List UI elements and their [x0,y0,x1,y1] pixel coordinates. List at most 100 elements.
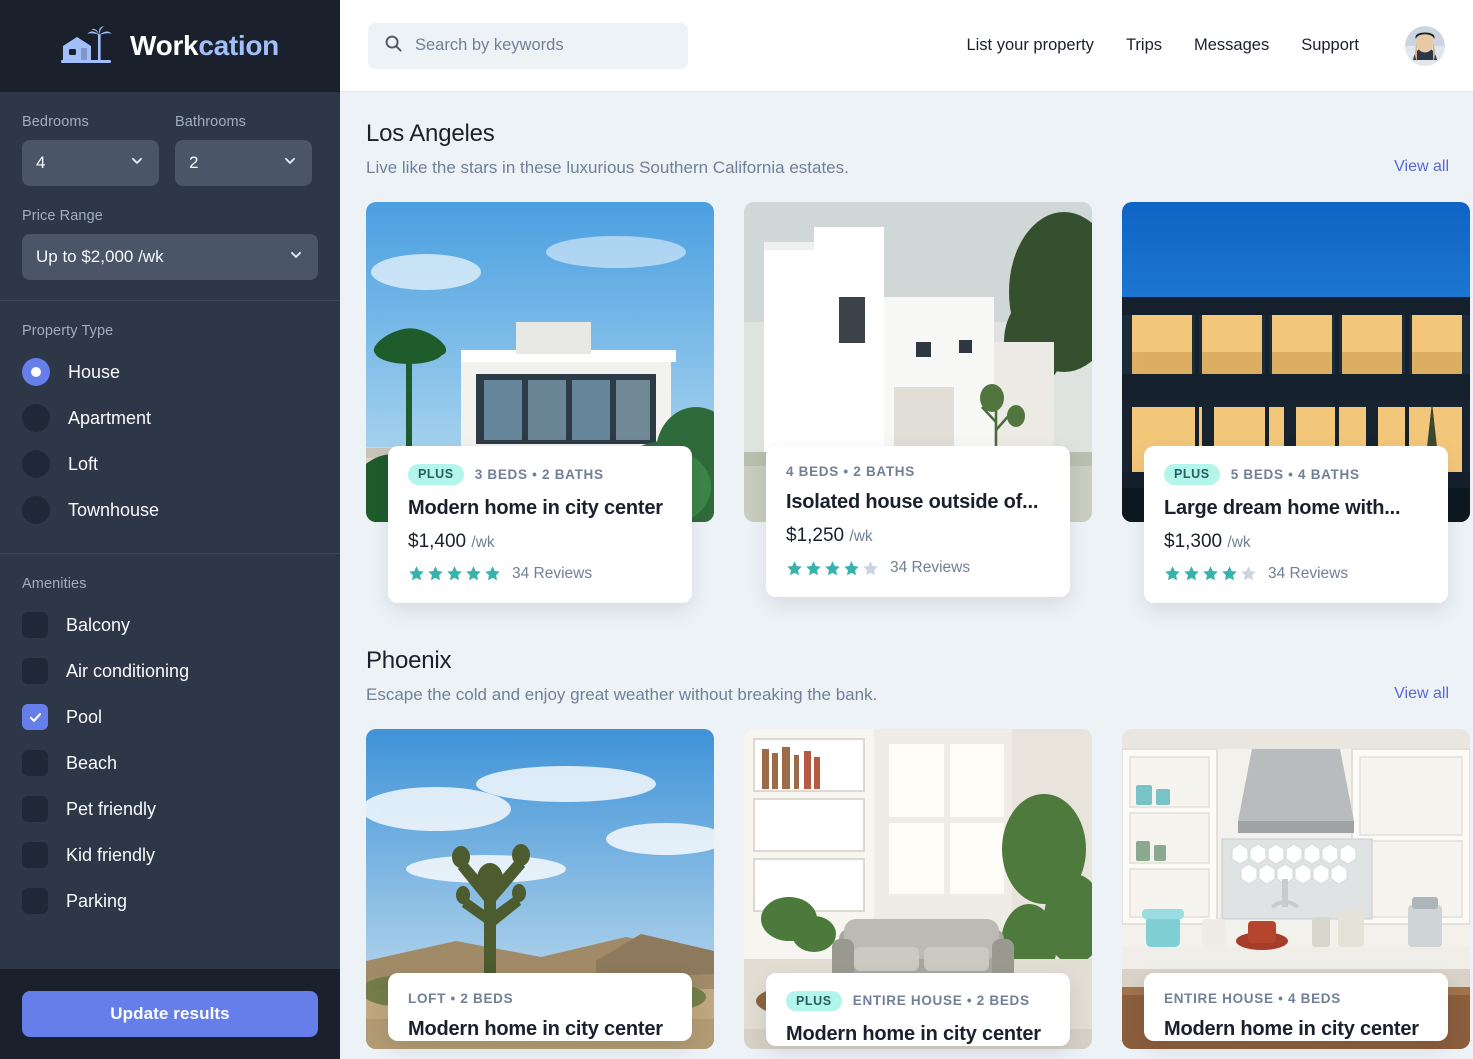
amenity-option-pet-friendly[interactable]: Pet friendly [22,786,318,832]
property-details: PLUS 5 BEDS • 4 BATHS Large dream home w… [1144,446,1448,603]
section-title: Los Angeles [366,120,1449,148]
price-range-select[interactable]: Up to $2,000 /wk [22,234,318,280]
property-price: $1,300 /wk [1164,531,1428,553]
radio-icon [22,496,50,524]
property-rating: 34 Reviews [408,565,672,583]
filter-list: Bedrooms 4 Bathrooms [0,92,340,969]
property-title: Modern home in city center [1164,1018,1428,1041]
plus-badge: PLUS [786,991,842,1012]
view-all-link[interactable]: View all [1394,685,1449,703]
option-label: Kid friendly [66,845,155,866]
property-card[interactable]: LOFT • 2 BEDS Modern home in city center [366,729,714,1047]
filters-sidebar: Workcation Bedrooms 4 [0,0,340,1059]
star-rating [408,565,501,582]
property-type-option-apartment[interactable]: Apartment [22,395,318,441]
bathrooms-select[interactable]: 2 [175,140,312,186]
bedrooms-field: Bedrooms 4 [22,114,159,186]
house-palm-icon [61,26,119,66]
property-title: Isolated house outside of... [786,491,1050,514]
property-card[interactable]: PLUS 3 BEDS • 2 BATHS Modern home in cit… [366,202,714,603]
bathrooms-label: Bathrooms [175,114,312,130]
amenity-option-beach[interactable]: Beach [22,740,318,786]
amenities-label: Amenities [22,576,318,592]
checkbox-icon [22,796,48,822]
property-card[interactable]: ENTIRE HOUSE • 4 BEDS Modern home in cit… [1122,729,1470,1047]
radio-icon [22,450,50,478]
search-icon [384,34,403,58]
view-all-link[interactable]: View all [1394,158,1449,176]
checkbox-icon [22,704,48,730]
checkbox-icon [22,750,48,776]
amenity-option-kid-friendly[interactable]: Kid friendly [22,832,318,878]
main-area: List your property Trips Messages Suppor… [340,0,1473,1059]
nav-link-list-your-property[interactable]: List your property [966,36,1093,55]
property-card[interactable]: PLUS ENTIRE HOUSE • 2 BEDS Modern home i… [744,729,1092,1047]
option-label: Beach [66,753,117,774]
app-root: Workcation Bedrooms 4 [0,0,1473,1059]
update-results-button[interactable]: Update results [22,991,318,1037]
section-subtitle: Live like the stars in these luxurious S… [366,158,1449,178]
bedrooms-label: Bedrooms [22,114,159,130]
star-rating [1164,565,1257,582]
section-title: Phoenix [366,647,1449,675]
property-specs: 5 BEDS • 4 BATHS [1231,467,1360,482]
option-label: Loft [68,454,98,475]
nav-link-messages[interactable]: Messages [1194,36,1269,55]
bathrooms-field: Bathrooms 2 [175,114,312,186]
section-header-los-angeles: Los Angeles Live like the stars in these… [366,92,1449,178]
amenity-option-pool[interactable]: Pool [22,694,318,740]
chevron-down-icon [129,153,145,174]
review-count: 34 Reviews [1268,565,1348,583]
property-specs: 3 BEDS • 2 BATHS [475,467,604,482]
option-label: Balcony [66,615,130,636]
property-specs: ENTIRE HOUSE • 4 BEDS [1164,991,1341,1006]
option-label: Apartment [68,408,151,429]
property-title: Modern home in city center [408,497,672,520]
property-meta: PLUS ENTIRE HOUSE • 2 BEDS [786,991,1050,1012]
amenity-option-air-conditioning[interactable]: Air conditioning [22,648,318,694]
property-type-option-loft[interactable]: Loft [22,441,318,487]
option-label: Pool [66,707,102,728]
property-title: Large dream home with... [1164,497,1428,520]
property-title: Modern home in city center [408,1018,672,1041]
amenity-option-parking[interactable]: Parking [22,878,318,924]
property-rating: 34 Reviews [1164,565,1428,583]
property-meta: PLUS 3 BEDS • 2 BATHS [408,464,672,485]
search-box[interactable] [368,23,688,69]
option-label: Pet friendly [66,799,156,820]
nav-link-trips[interactable]: Trips [1126,36,1162,55]
property-details: 4 BEDS • 2 BATHS Isolated house outside … [766,446,1070,597]
listings-content: Los Angeles Live like the stars in these… [340,92,1473,1059]
radio-icon [22,358,50,386]
property-type-option-house[interactable]: House [22,349,318,395]
property-meta: PLUS 5 BEDS • 4 BATHS [1164,464,1428,485]
section-header-phoenix: Phoenix Escape the cold and enjoy great … [366,603,1449,705]
property-meta: LOFT • 2 BEDS [408,991,672,1006]
bedrooms-select[interactable]: 4 [22,140,159,186]
radio-icon [22,404,50,432]
review-count: 34 Reviews [890,559,970,577]
avatar[interactable] [1405,26,1445,66]
star-rating [786,560,879,577]
property-card[interactable]: 4 BEDS • 2 BATHS Isolated house outside … [744,202,1092,603]
property-specs: LOFT • 2 BEDS [408,991,513,1006]
property-details: LOFT • 2 BEDS Modern home in city center [388,973,692,1041]
option-label: Air conditioning [66,661,189,682]
brand-logo[interactable]: Workcation [0,0,340,92]
option-label: Parking [66,891,127,912]
property-type-option-townhouse[interactable]: Townhouse [22,487,318,533]
property-title: Modern home in city center [786,1023,1050,1046]
price-range-label: Price Range [22,208,318,224]
plus-badge: PLUS [408,464,464,485]
property-meta: 4 BEDS • 2 BATHS [786,464,1050,479]
nav-link-support[interactable]: Support [1301,36,1359,55]
chevron-down-icon [282,153,298,174]
property-card[interactable]: PLUS 5 BEDS • 4 BATHS Large dream home w… [1122,202,1470,603]
brand-name: Workcation [130,32,279,60]
plus-badge: PLUS [1164,464,1220,485]
checkbox-icon [22,658,48,684]
amenity-option-balcony[interactable]: Balcony [22,602,318,648]
sidebar-footer: Update results [0,969,340,1059]
search-input[interactable] [415,36,672,55]
section-subtitle: Escape the cold and enjoy great weather … [366,685,1449,705]
